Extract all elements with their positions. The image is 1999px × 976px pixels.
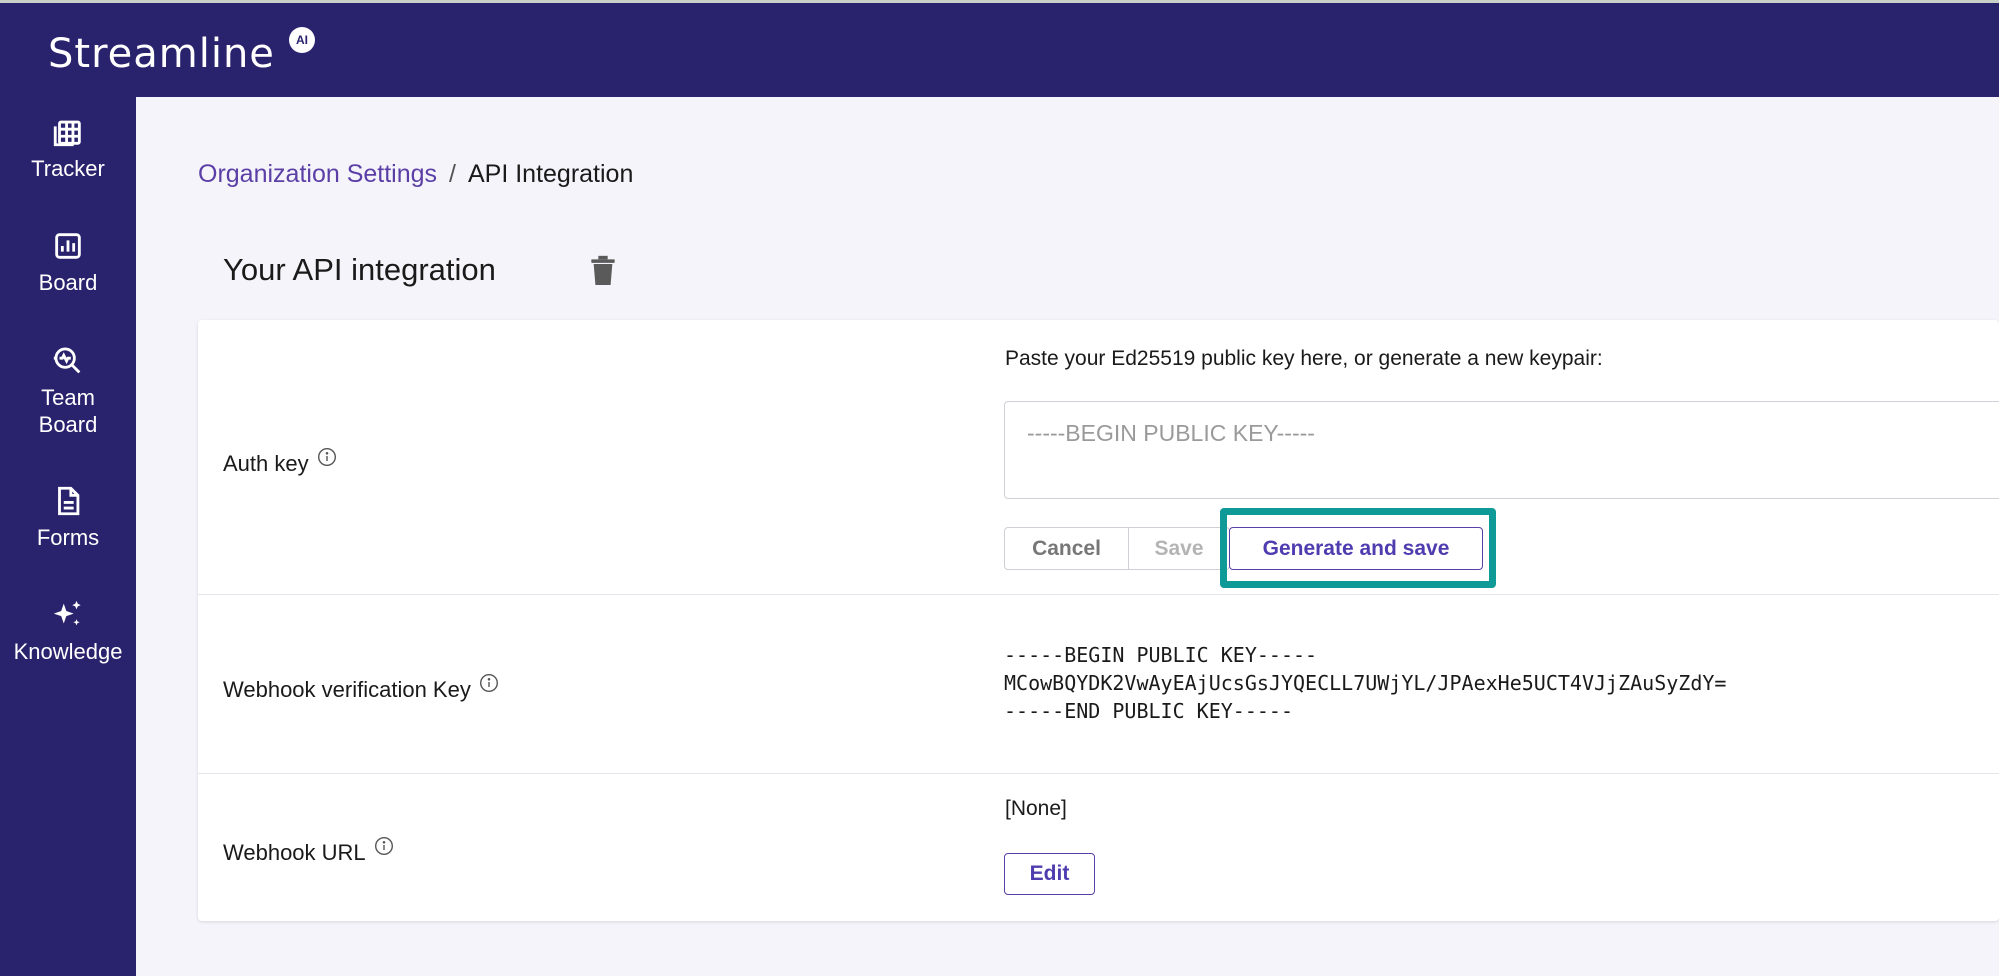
sidebar-item-label: Forms [36, 525, 100, 550]
auth-key-button-group: Cancel Save [1004, 527, 1230, 570]
info-icon[interactable] [374, 836, 394, 856]
streamline-logo[interactable]: Streamline [48, 31, 275, 77]
sidebar-item-label: Team Board [38, 385, 98, 437]
info-icon[interactable] [479, 673, 499, 693]
sidebar: Tracker Board Team Board Forms Knowledge [0, 97, 136, 976]
webhook-url-label-text: Webhook URL [223, 840, 366, 865]
key-line: MCowBQYDK2VwAyEAjUcsGsJYQECLL7UWjYL/JPAe… [1004, 671, 1727, 695]
info-icon[interactable] [317, 447, 337, 467]
sidebar-item-team-board[interactable]: Team Board [0, 344, 136, 438]
sidebar-item-label: Knowledge [13, 639, 123, 664]
cancel-button[interactable]: Cancel [1005, 528, 1129, 569]
page-title: Your API integration [223, 252, 496, 287]
edit-webhook-url-button[interactable]: Edit [1004, 853, 1095, 895]
key-line: -----BEGIN PUBLIC KEY----- [1004, 643, 1318, 667]
breadcrumb-link-organization-settings[interactable]: Organization Settings [198, 160, 437, 188]
auth-key-label: Auth key [223, 447, 337, 477]
save-button[interactable]: Save [1129, 528, 1229, 569]
auth-key-label-text: Auth key [223, 451, 309, 476]
webhook-public-key: -----BEGIN PUBLIC KEY----- MCowBQYDK2VwAy… [1004, 641, 1726, 725]
sidebar-item-tracker[interactable]: Tracker [0, 115, 136, 182]
webhook-url-label: Webhook URL [223, 836, 394, 866]
table-icon [53, 120, 81, 147]
team-search-icon [53, 347, 81, 374]
breadcrumb: Organization Settings / API Integration [198, 160, 633, 189]
row-divider [198, 594, 1999, 595]
webhook-verification-key-label-text: Webhook verification Key [223, 677, 471, 702]
auth-key-hint: Paste your Ed25519 public key here, or g… [1005, 347, 1603, 370]
breadcrumb-separator: / [449, 160, 456, 188]
ai-badge: AI [289, 27, 315, 53]
trash-icon[interactable] [589, 254, 617, 288]
generate-and-save-button[interactable]: Generate and save [1229, 527, 1483, 570]
public-key-input[interactable] [1004, 401, 1999, 499]
breadcrumb-current: API Integration [467, 160, 634, 188]
sidebar-item-forms[interactable]: Forms [0, 484, 136, 551]
row-divider [198, 773, 1999, 774]
sidebar-item-knowledge[interactable]: Knowledge [0, 598, 136, 665]
bar-chart-icon [55, 233, 81, 259]
webhook-verification-key-label: Webhook verification Key [223, 673, 499, 703]
top-bar: Streamline AI [0, 0, 1999, 97]
document-icon [58, 486, 80, 516]
sidebar-item-label: Tracker [31, 156, 105, 181]
sidebar-item-label: Board [38, 270, 98, 295]
key-line: -----END PUBLIC KEY----- [1004, 699, 1293, 723]
sidebar-item-board[interactable]: Board [0, 229, 136, 296]
sparkles-icon [53, 600, 81, 626]
webhook-url-value: [None] [1005, 797, 1067, 820]
